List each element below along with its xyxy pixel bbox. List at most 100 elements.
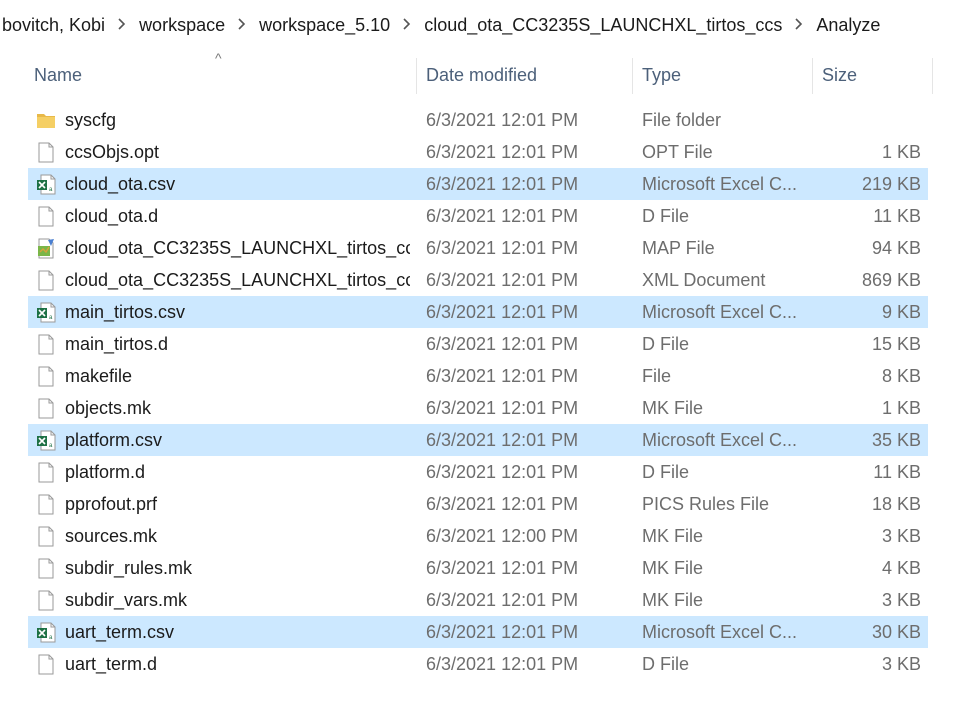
file-row[interactable]: subdir_vars.mk 6/3/2021 12:01 PM MK File 3 … — [28, 584, 928, 616]
file-date-modified: 6/3/2021 12:01 PM — [426, 141, 579, 162]
file-row[interactable]: a uart_term.csv 6/3/2021 12:01 PM Microsoft… — [28, 616, 928, 648]
file-row[interactable]: a platform.csv 6/3/2021 12:01 PM Microsoft … — [28, 424, 928, 456]
file-name: platform.csv — [65, 429, 163, 450]
file-type: Microsoft Excel C... — [642, 173, 798, 194]
map-icon — [36, 238, 56, 259]
file-type: MK File — [642, 397, 704, 418]
file-date-modified: 6/3/2021 12:01 PM — [426, 173, 579, 194]
file-date-modified: 6/3/2021 12:01 PM — [426, 557, 579, 578]
file-name: subdir_rules.mk — [65, 557, 193, 578]
column-divider[interactable] — [812, 58, 813, 94]
file-type: MK File — [642, 557, 704, 578]
file-row[interactable]: ccsObjs.opt 6/3/2021 12:01 PM OPT File 1 KB — [28, 136, 928, 168]
file-name: platform.d — [65, 461, 146, 482]
chevron-right-icon[interactable] — [392, 17, 422, 33]
file-row[interactable]: platform.d 6/3/2021 12:01 PM D File 11 KB — [28, 456, 928, 488]
file-size: 30 KB — [871, 621, 921, 642]
file-type: PICS Rules File — [642, 493, 770, 514]
file-row[interactable]: a main_tirtos.csv 6/3/2021 12:01 PM Microso… — [28, 296, 928, 328]
file-date-modified: 6/3/2021 12:00 PM — [426, 525, 579, 546]
file-name: cloud_ota_CC3235S_LAUNCHXL_tirtos_cc... — [65, 269, 410, 290]
file-type: D File — [642, 653, 690, 674]
file-name: subdir_vars.mk — [65, 589, 188, 610]
file-name: main_tirtos.csv — [65, 301, 186, 322]
file-date-modified: 6/3/2021 12:01 PM — [426, 461, 579, 482]
breadcrumb-item[interactable]: workspace — [137, 15, 227, 36]
file-size: 35 KB — [871, 429, 921, 450]
file-date-modified: 6/3/2021 12:01 PM — [426, 301, 579, 322]
file-size: 15 KB — [871, 333, 921, 354]
file-type: OPT File — [642, 141, 713, 162]
breadcrumb-item[interactable]: bovitch, Kobi — [0, 15, 107, 36]
file-row[interactable]: pprofout.prf 6/3/2021 12:01 PM PICS Rules … — [28, 488, 928, 520]
file-row[interactable]: a cloud_ota.csv 6/3/2021 12:01 PM Microsoft… — [28, 168, 928, 200]
file-icon — [36, 334, 56, 355]
file-icon — [36, 526, 56, 547]
file-name: makefile — [65, 365, 133, 386]
file-size: 8 KB — [881, 365, 921, 386]
file-date-modified: 6/3/2021 12:01 PM — [426, 493, 579, 514]
file-icon — [36, 366, 56, 387]
file-size: 1 KB — [881, 397, 921, 418]
file-name: uart_term.csv — [65, 621, 175, 642]
file-row[interactable]: uart_term.d 6/3/2021 12:01 PM D File 3 KB — [28, 648, 928, 680]
file-row[interactable]: sources.mk 6/3/2021 12:00 PM MK File 3 KB — [28, 520, 928, 552]
file-date-modified: 6/3/2021 12:01 PM — [426, 205, 579, 226]
file-icon — [36, 654, 56, 675]
file-row[interactable]: makefile 6/3/2021 12:01 PM File 8 KB — [28, 360, 928, 392]
excel-icon: a — [36, 174, 56, 195]
file-icon — [36, 494, 56, 515]
file-date-modified: 6/3/2021 12:01 PM — [426, 589, 579, 610]
column-header-type[interactable]: Type — [642, 50, 681, 100]
breadcrumb-item[interactable]: cloud_ota_CC3235S_LAUNCHXL_tirtos_ccs — [422, 15, 784, 36]
file-type: MAP File — [642, 237, 715, 258]
breadcrumb-item[interactable]: workspace_5.10 — [257, 15, 392, 36]
file-type: Microsoft Excel C... — [642, 301, 798, 322]
file-name: ccsObjs.opt — [65, 141, 160, 162]
file-type: D File — [642, 333, 690, 354]
file-size: 4 KB — [881, 557, 921, 578]
file-row[interactable]: syscfg 6/3/2021 12:01 PM File folder — [28, 104, 928, 136]
file-type: Microsoft Excel C... — [642, 621, 798, 642]
file-date-modified: 6/3/2021 12:01 PM — [426, 365, 579, 386]
file-date-modified: 6/3/2021 12:01 PM — [426, 109, 579, 130]
folder-icon — [36, 110, 56, 131]
breadcrumb-item[interactable]: Analyze — [814, 15, 882, 36]
file-row[interactable]: cloud_ota.d 6/3/2021 12:01 PM D File 11 KB — [28, 200, 928, 232]
file-icon — [36, 462, 56, 483]
file-type: File folder — [642, 109, 722, 130]
file-row[interactable]: main_tirtos.d 6/3/2021 12:01 PM D File 15 K… — [28, 328, 928, 360]
file-name: cloud_ota.d — [65, 205, 159, 226]
file-type: XML Document — [642, 269, 766, 290]
file-name: cloud_ota_CC3235S_LAUNCHXL_tirtos_cc... — [65, 237, 410, 258]
column-header-row: Name Date modified Type Size — [0, 50, 959, 100]
file-type: File — [642, 365, 672, 386]
column-divider[interactable] — [932, 58, 933, 94]
chevron-right-icon[interactable] — [107, 17, 137, 33]
column-divider[interactable] — [416, 58, 417, 94]
column-header-size-label: Size — [822, 64, 858, 85]
column-divider[interactable] — [632, 58, 633, 94]
file-name: uart_term.d — [65, 653, 158, 674]
file-date-modified: 6/3/2021 12:01 PM — [426, 429, 579, 450]
file-size: 1 KB — [881, 141, 921, 162]
column-header-name[interactable]: Name — [34, 50, 82, 100]
file-name: sources.mk — [65, 525, 158, 546]
chevron-right-icon[interactable] — [784, 17, 814, 33]
chevron-right-icon[interactable] — [227, 17, 257, 33]
file-type: MK File — [642, 525, 704, 546]
column-header-date-label: Date modified — [426, 64, 538, 85]
file-row[interactable]: subdir_rules.mk 6/3/2021 12:01 PM MK File 4… — [28, 552, 928, 584]
excel-icon: a — [36, 622, 56, 643]
file-size: 94 KB — [871, 237, 921, 258]
file-date-modified: 6/3/2021 12:01 PM — [426, 653, 579, 674]
file-row[interactable]: cloud_ota_CC3235S_LAUNCHXL_tirtos_cc... 6… — [28, 264, 928, 296]
file-name: main_tirtos.d — [65, 333, 169, 354]
column-header-size[interactable]: Size — [822, 50, 857, 100]
file-name: syscfg — [65, 109, 117, 130]
column-header-date[interactable]: Date modified — [426, 50, 537, 100]
sort-ascending-icon: ^ — [215, 50, 222, 66]
file-row[interactable]: cloud_ota_CC3235S_LAUNCHXL_tirtos_cc... 6… — [28, 232, 928, 264]
file-row[interactable]: objects.mk 6/3/2021 12:01 PM MK File 1 KB — [28, 392, 928, 424]
file-size: 219 KB — [861, 173, 921, 194]
